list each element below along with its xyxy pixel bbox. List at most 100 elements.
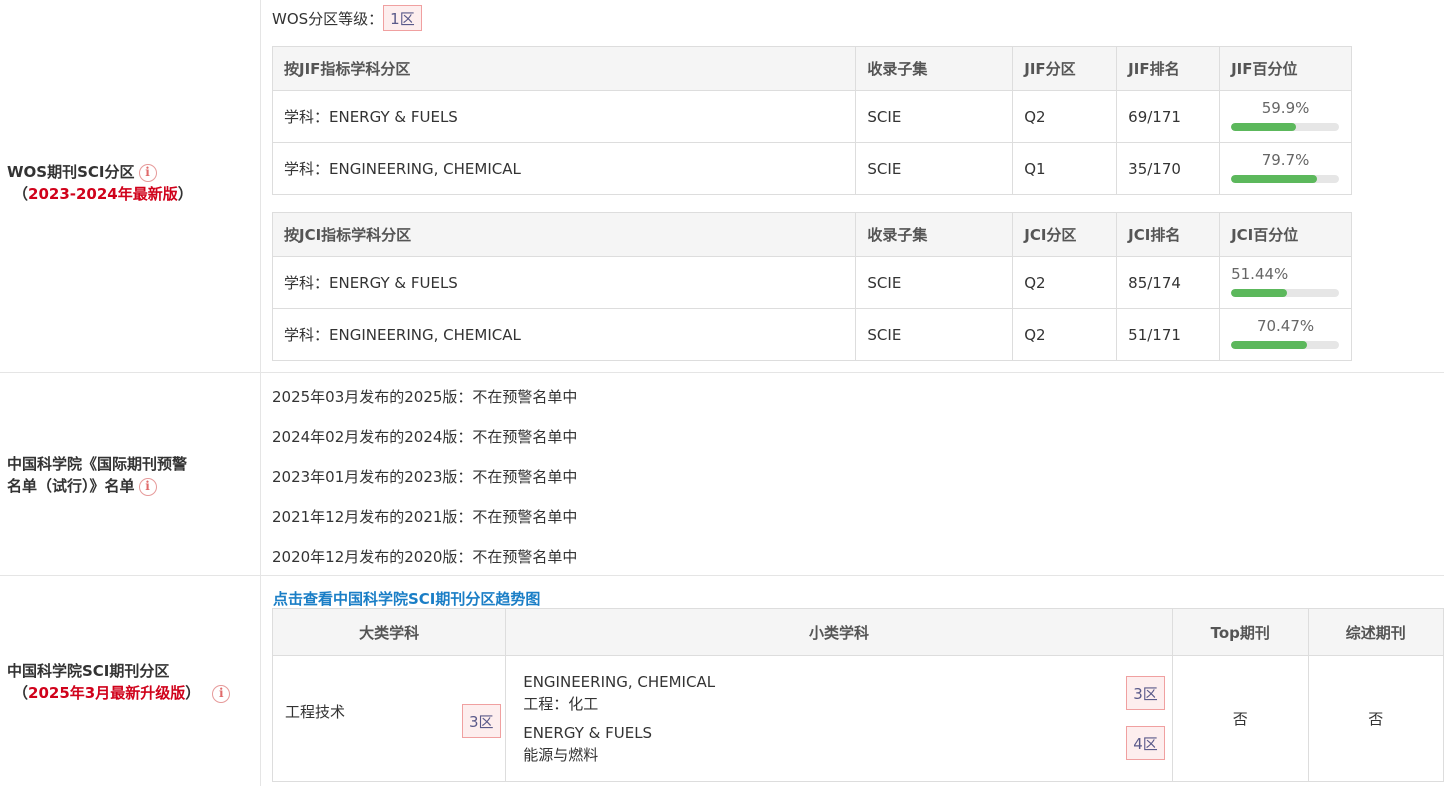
percentile-bar: [1231, 289, 1340, 297]
warning-line: 2021年12月发布的2021版：不在预警名单中: [272, 508, 578, 526]
percentile-bar: [1231, 341, 1340, 349]
top-cell: 否: [1171, 655, 1309, 782]
minor-en: ENGINEERING, CHEMICAL: [523, 673, 716, 691]
collection-cell: SCIE: [855, 142, 1014, 195]
wos-grade: WOS分区等级： 1区: [272, 5, 422, 31]
jci-header: JCI分区: [1012, 212, 1118, 257]
quartile-cell: Q1: [1012, 142, 1118, 195]
percentile-bar: [1231, 123, 1340, 131]
minor-cn: 工程：化工: [523, 695, 599, 713]
subject-cell: 学科：ENGINEERING, CHEMICAL: [271, 308, 857, 361]
major-name: 工程技术: [285, 703, 346, 721]
minor-item: ENGINEERING, CHEMICAL 工程：化工: [523, 671, 715, 715]
rank-cell: 69/171: [1116, 90, 1221, 143]
percentile-text: 79.7%: [1261, 151, 1310, 169]
review-cell: 否: [1307, 655, 1444, 782]
jif-header: 按JIF指标学科分区: [271, 46, 857, 91]
jif-header: JIF百分位: [1219, 46, 1352, 91]
collection-cell: SCIE: [855, 308, 1014, 361]
percentile-cell: 70.47%: [1219, 308, 1352, 361]
warning-line: 2024年02月发布的2024版：不在预警名单中: [272, 428, 578, 446]
percentile-bar-fill: [1231, 123, 1296, 131]
rank-cell: 85/174: [1116, 256, 1221, 309]
warning-label-line1: 中国科学院《国际期刊预警: [7, 455, 188, 473]
rank-cell: 35/170: [1116, 142, 1221, 195]
cas-label: 中国科学院SCI期刊分区 （2025年3月最新升级版） i: [7, 660, 231, 704]
warning-line: 2020年12月发布的2020版：不在预警名单中: [272, 548, 578, 566]
jif-header: 收录子集: [855, 46, 1014, 91]
percentile-cell: 51.44%: [1219, 256, 1352, 309]
percentile-text: 59.9%: [1261, 99, 1310, 117]
wos-label: WOS期刊SCI分区 i （2023-2024年最新版）: [7, 161, 193, 205]
cas-label-open: （: [13, 684, 29, 702]
cas-header: 小类学科: [505, 608, 1173, 656]
subject-cell: 学科：ENERGY & FUELS: [271, 90, 857, 143]
subject-cell: 学科：ENGINEERING, CHEMICAL: [271, 142, 857, 195]
cas-header: 大类学科: [271, 608, 507, 656]
jif-header: JIF排名: [1116, 46, 1221, 91]
wos-grade-badge: 1区: [383, 5, 422, 31]
wos-label-close: ）: [177, 185, 193, 203]
minor-zone-badge: 4区: [1126, 726, 1165, 760]
table-row: 工程技术 3区 ENGINEERING, CHEMICAL 工程：化工 3区 E…: [271, 655, 1444, 782]
minor-zone-badge: 3区: [1126, 676, 1165, 710]
info-icon[interactable]: i: [212, 684, 231, 703]
table-row: 学科：ENERGY & FUELS SCIE Q2 85/174 51.44%: [271, 256, 1352, 309]
minor-item: ENERGY & FUELS 能源与燃料: [523, 722, 652, 766]
major-cell: 工程技术 3区: [271, 655, 507, 782]
quartile-cell: Q2: [1012, 90, 1118, 143]
jif-table: 按JIF指标学科分区 收录子集 JIF分区 JIF排名 JIF百分位 学科：EN…: [271, 46, 1352, 195]
quartile-cell: Q2: [1012, 308, 1118, 361]
cas-label-title: 中国科学院SCI期刊分区: [7, 662, 170, 680]
wos-section: WOS期刊SCI分区 i （2023-2024年最新版） WOS分区等级： 1区 按…: [0, 0, 1444, 372]
jif-header-row: 按JIF指标学科分区 收录子集 JIF分区 JIF排名 JIF百分位: [271, 46, 1352, 91]
cas-header-row: 大类学科 小类学科 Top期刊 综述期刊: [271, 608, 1444, 656]
info-icon[interactable]: i: [138, 163, 157, 182]
jci-table: 按JCI指标学科分区 收录子集 JCI分区 JCI排名 JCI百分位 学科：EN…: [271, 212, 1352, 361]
quartile-cell: Q2: [1012, 256, 1118, 309]
table-row: 学科：ENERGY & FUELS SCIE Q2 69/171 59.9%: [271, 90, 1352, 143]
table-row: 学科：ENGINEERING, CHEMICAL SCIE Q1 35/170 …: [271, 142, 1352, 195]
minor-cell: ENGINEERING, CHEMICAL 工程：化工 3区 ENERGY & …: [505, 655, 1173, 782]
jci-header-row: 按JCI指标学科分区 收录子集 JCI分区 JCI排名 JCI百分位: [271, 212, 1352, 257]
percentile-bar-fill: [1231, 341, 1308, 349]
percentile-cell: 59.9%: [1219, 90, 1352, 143]
warning-label-line2: 名单（试行）》名单: [7, 477, 135, 495]
minor-en: ENERGY & FUELS: [523, 724, 653, 742]
rank-cell: 51/171: [1116, 308, 1221, 361]
jci-header: JCI排名: [1116, 212, 1221, 257]
jci-header: 按JCI指标学科分区: [271, 212, 857, 257]
wos-label-open: （: [13, 185, 29, 203]
wos-grade-label: WOS分区等级：: [272, 10, 384, 28]
percentile-cell: 79.7%: [1219, 142, 1352, 195]
collection-cell: SCIE: [855, 256, 1014, 309]
subject-cell: 学科：ENERGY & FUELS: [271, 256, 857, 309]
wos-label-title: WOS期刊SCI分区: [7, 163, 135, 181]
warning-label: 中国科学院《国际期刊预警 名单（试行）》名单 i: [7, 453, 187, 497]
jif-header: JIF分区: [1012, 46, 1118, 91]
cas-table: 大类学科 小类学科 Top期刊 综述期刊 工程技术 3区 ENGINEERING…: [271, 608, 1444, 782]
jci-header: JCI百分位: [1219, 212, 1352, 257]
cas-header: 综述期刊: [1307, 608, 1444, 656]
warning-section: 中国科学院《国际期刊预警 名单（试行）》名单 i 2025年03月发布的2025版…: [0, 372, 1444, 576]
percentile-bar-fill: [1231, 289, 1287, 297]
warning-label-column: 中国科学院《国际期刊预警 名单（试行）》名单 i: [0, 373, 261, 576]
wos-label-column: WOS期刊SCI分区 i （2023-2024年最新版）: [0, 0, 261, 372]
jci-header: 收录子集: [855, 212, 1014, 257]
cas-header: Top期刊: [1171, 608, 1309, 656]
minor-cn: 能源与燃料: [523, 746, 599, 764]
cas-section: 中国科学院SCI期刊分区 （2025年3月最新升级版） i 点击查看中国科学院SC…: [0, 575, 1444, 786]
cas-label-column: 中国科学院SCI期刊分区 （2025年3月最新升级版） i: [0, 576, 261, 786]
major-zone-badge: 3区: [462, 704, 501, 738]
warning-line: 2025年03月发布的2025版：不在预警名单中: [272, 388, 578, 406]
percentile-text: 70.47%: [1256, 317, 1315, 335]
warning-line: 2023年01月发布的2023版：不在预警名单中: [272, 468, 578, 486]
cas-trend-link[interactable]: 点击查看中国科学院SCI期刊分区趋势图: [273, 588, 540, 609]
percentile-bar-fill: [1231, 175, 1318, 183]
wos-edition: 2023-2024年最新版: [28, 185, 178, 203]
collection-cell: SCIE: [855, 90, 1014, 143]
percentile-bar: [1231, 175, 1340, 183]
table-row: 学科：ENGINEERING, CHEMICAL SCIE Q2 51/171 …: [271, 308, 1352, 361]
cas-label-close: ）: [185, 684, 201, 702]
info-icon[interactable]: i: [138, 477, 157, 496]
